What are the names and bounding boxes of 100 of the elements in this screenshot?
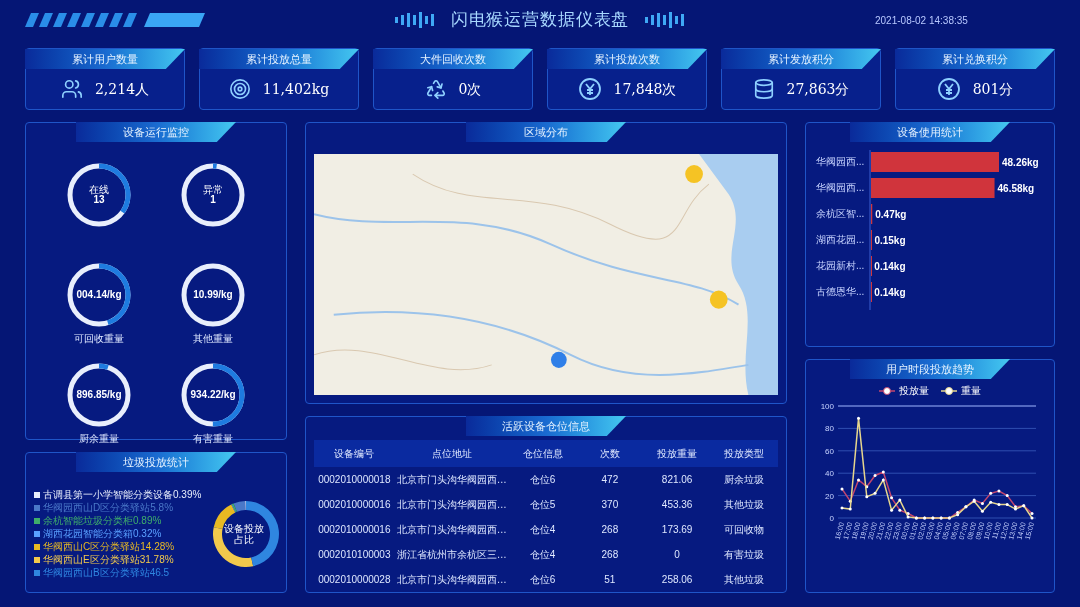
kpi-value: 2,214人: [94, 79, 150, 99]
panel-title: 累计兑换积分: [895, 49, 1055, 69]
sound-bars-icon: [645, 12, 686, 28]
panel-title: 累计发放积分: [721, 49, 881, 69]
legend-marker-icon: [941, 386, 957, 395]
y-tick-label: 40: [825, 469, 834, 479]
table-cell-text: 浙江省杭州市余杭区三…: [395, 548, 508, 562]
ring-gauge: [66, 162, 132, 228]
panel-title: 累计投放次数: [547, 49, 707, 69]
table-cell-text: 268: [600, 523, 620, 537]
table-cell-text: 0: [673, 548, 681, 562]
bar-value-label: 0.14kg: [874, 261, 906, 272]
table-cell-text: 北京市门头沟华阀园西…: [395, 498, 508, 512]
panel-title: 垃圾投放统计: [76, 452, 236, 472]
table-cell-text: 仓位5: [528, 498, 557, 512]
table-cell-text: 0002010100003: [317, 548, 392, 562]
table-cell-text: 仓位6: [528, 473, 557, 487]
y-tick-label: 0: [829, 514, 834, 523]
table-cell-text: 0002010000016: [317, 498, 392, 512]
kpi-value: 27,863分: [786, 79, 850, 99]
table-cell-text: 0002010000016: [317, 523, 392, 537]
table-header-cell-text: 仓位信息: [521, 447, 564, 461]
users-icon: [60, 78, 83, 100]
panel-title: 大件回收次数: [373, 49, 533, 69]
table-header-cell-text: 次数: [598, 447, 621, 461]
table-header-cell-text: 设备编号: [333, 447, 376, 461]
target-icon: [228, 78, 251, 100]
legend-swatch-icon: [34, 557, 40, 563]
donut-center-label: 设备投放占比: [223, 523, 266, 545]
bar-value-label: 48.26kg: [1002, 157, 1039, 168]
panel-title: 活跃设备仓位信息: [466, 416, 626, 436]
ring-value: 1: [210, 195, 216, 205]
legend-swatch-icon: [34, 531, 40, 537]
ring-caption: 其他重量: [193, 332, 233, 346]
legend-swatch-icon: [34, 570, 40, 576]
ring-caption: 厨余重量: [79, 432, 119, 446]
legend-label: 重量: [961, 384, 981, 398]
table-cell-text: 0002010000028: [317, 573, 392, 587]
ring-value: 934.22/kg: [190, 389, 236, 400]
kpi-value: 0次: [458, 79, 482, 99]
table-header-cell-text: 点位地址: [430, 447, 473, 461]
legend-swatch-icon: [34, 492, 40, 498]
bar-category-label: 古德恩华...: [816, 286, 865, 297]
ring-value: 004.14/kg: [76, 289, 122, 300]
panel-title: 累计投放总量: [199, 49, 359, 69]
table-cell-text: 370: [600, 498, 620, 512]
bar-category-label: 花园新村...: [816, 260, 865, 271]
table-cell-text: 其他垃圾: [723, 498, 766, 512]
bar-value-label: 0.47kg: [875, 209, 907, 220]
table-cell-text: 仓位6: [528, 573, 557, 587]
bar-category-label: 余杭区智...: [816, 208, 865, 219]
panel-title: 用户时段投放趋势: [850, 359, 1010, 379]
yen-coin-icon: [936, 77, 961, 101]
ring-gauge: [66, 262, 132, 328]
ring-gauge: [180, 262, 246, 328]
y-tick-label: 60: [825, 446, 834, 456]
y-tick-label: 20: [825, 491, 834, 501]
table-cell-text: 51: [603, 573, 617, 587]
coin-stack-icon: [752, 78, 775, 100]
legend-label: 投放量: [899, 384, 929, 398]
table-cell-text: 453.36: [660, 498, 694, 512]
table-cell-text: 仓位4: [528, 523, 557, 537]
table-header-cell-text: 投放重量: [656, 447, 699, 461]
panel-title: 区域分布: [466, 122, 626, 142]
table-cell-text: 173.69: [660, 523, 694, 537]
panel-title: 累计用户数量: [25, 49, 185, 69]
timestamp: 2021-08-02 14:38:35: [875, 13, 969, 28]
bar-value-label: 46.58kg: [997, 183, 1035, 194]
legend-marker-icon: [879, 386, 895, 395]
kpi-value: 17,848次: [613, 79, 677, 99]
bar-value-label: 0.14kg: [874, 287, 906, 298]
y-tick-label: 100: [820, 402, 834, 411]
table-cell-text: 可回收物: [723, 523, 766, 537]
bar-category-label: 湖西花园...: [816, 234, 865, 245]
table-cell-text: 821.06: [660, 473, 694, 487]
table-cell-text: 北京市门头沟华阀园西…: [395, 523, 508, 537]
recycle-icon: [424, 78, 447, 100]
bar-category-label: 华阀园西...: [816, 182, 865, 193]
dashboard-title: 闪电猴运营数据仪表盘: [450, 9, 630, 32]
table-cell-text: 268: [600, 548, 620, 562]
panel-title: 设备使用统计: [850, 122, 1010, 142]
donut-label: 华阀西山C区分类驿站14.28%: [43, 541, 175, 553]
donut-label: 华阀西山E区分类驿站31.78%: [43, 554, 174, 566]
table-cell-text: 仓位4: [528, 548, 557, 562]
kpi-value: 11,402kg: [262, 79, 330, 99]
ring-value: 10.99/kg: [193, 289, 233, 300]
yen-coin-icon: [577, 77, 602, 101]
bar-category-label: 华阀园西...: [816, 156, 865, 167]
ring-label: 在线: [89, 185, 109, 195]
donut-slice: [233, 501, 246, 512]
donut-label: 华阀园西山D区分类驿站5.8%: [43, 502, 174, 514]
legend-swatch-icon: [34, 518, 40, 524]
donut-slice: [245, 501, 279, 567]
ring-caption: 有害重量: [193, 432, 233, 446]
table-cell-text: 有害垃圾: [723, 548, 766, 562]
table-cell-text: 258.06: [660, 573, 694, 587]
table-cell-text: 0002010000018: [317, 473, 392, 487]
table-cell-text: 472: [600, 473, 620, 487]
donut-label: 古调县第一小学智能分类设备0.39%: [43, 489, 202, 501]
ring-gauge: [180, 362, 246, 428]
